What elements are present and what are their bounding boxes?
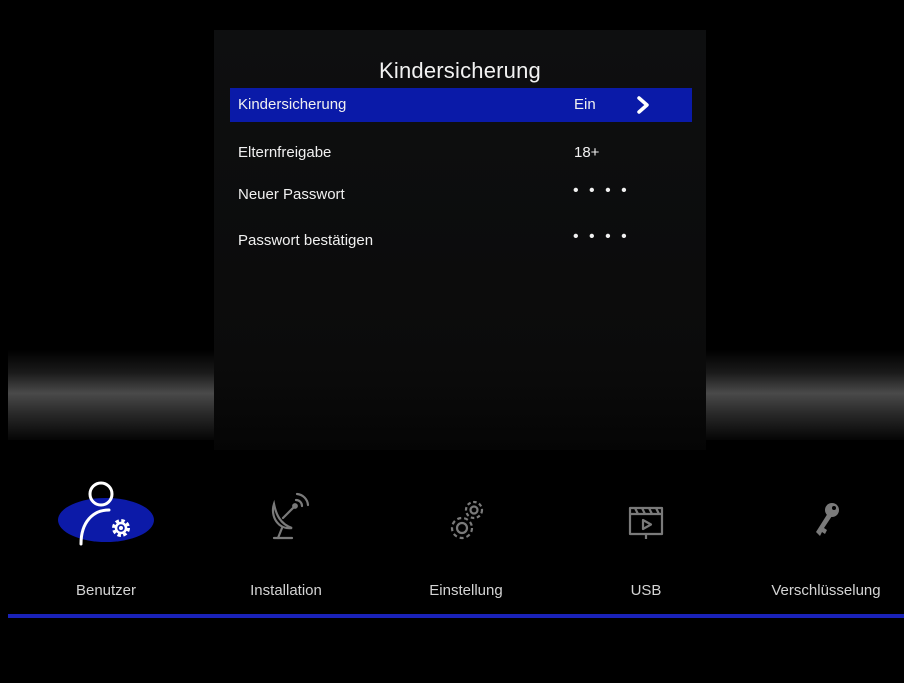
key-icon bbox=[816, 503, 839, 536]
nav-label: USB bbox=[630, 582, 662, 599]
nav-label: Benutzer bbox=[75, 582, 137, 599]
password-mask: • • • • bbox=[573, 228, 630, 245]
user-gear-icon bbox=[58, 481, 154, 546]
menu-row-passwort-bestaetigen[interactable]: Passwort bestätigen • • • • bbox=[230, 224, 692, 258]
password-mask: • • • • bbox=[573, 182, 630, 199]
row-value: 18+ bbox=[574, 144, 600, 161]
nav-item-verschluesselung[interactable]: Verschlüsselung bbox=[736, 470, 904, 620]
satellite-dish-icon bbox=[271, 492, 310, 540]
nav-label: Installation bbox=[250, 582, 322, 599]
menu-row-neuer-passwort[interactable]: Neuer Passwort • • • • bbox=[230, 178, 692, 212]
nav-item-installation[interactable]: Installation bbox=[196, 470, 376, 620]
menu-row-kindersicherung[interactable]: Kindersicherung Ein bbox=[230, 88, 692, 122]
screen: Kindersicherung Kindersicherung Ein Elte… bbox=[8, 10, 904, 683]
chevron-right-icon[interactable] bbox=[633, 94, 653, 116]
panel-title: Kindersicherung bbox=[379, 58, 541, 83]
gears-icon bbox=[450, 500, 484, 540]
row-label: Passwort bestätigen bbox=[238, 232, 374, 249]
media-player-icon bbox=[628, 506, 664, 539]
menu-row-elternfreigabe[interactable]: Elternfreigabe 18+ bbox=[230, 136, 692, 170]
nav-item-einstellung[interactable]: Einstellung bbox=[376, 470, 556, 620]
nav-label: Einstellung bbox=[429, 582, 503, 599]
nav-item-benutzer[interactable]: Benutzer bbox=[16, 470, 196, 620]
nav-label: Verschlüsselung bbox=[771, 582, 881, 599]
row-label: Neuer Passwort bbox=[238, 186, 345, 203]
nav-item-usb[interactable]: USB bbox=[556, 470, 736, 620]
row-label: Elternfreigabe bbox=[238, 144, 332, 161]
settings-panel: Kindersicherung Kindersicherung Ein Elte… bbox=[214, 30, 706, 450]
row-value: Ein bbox=[574, 96, 596, 113]
accent-line bbox=[8, 614, 904, 618]
row-label: Kindersicherung bbox=[238, 96, 347, 113]
